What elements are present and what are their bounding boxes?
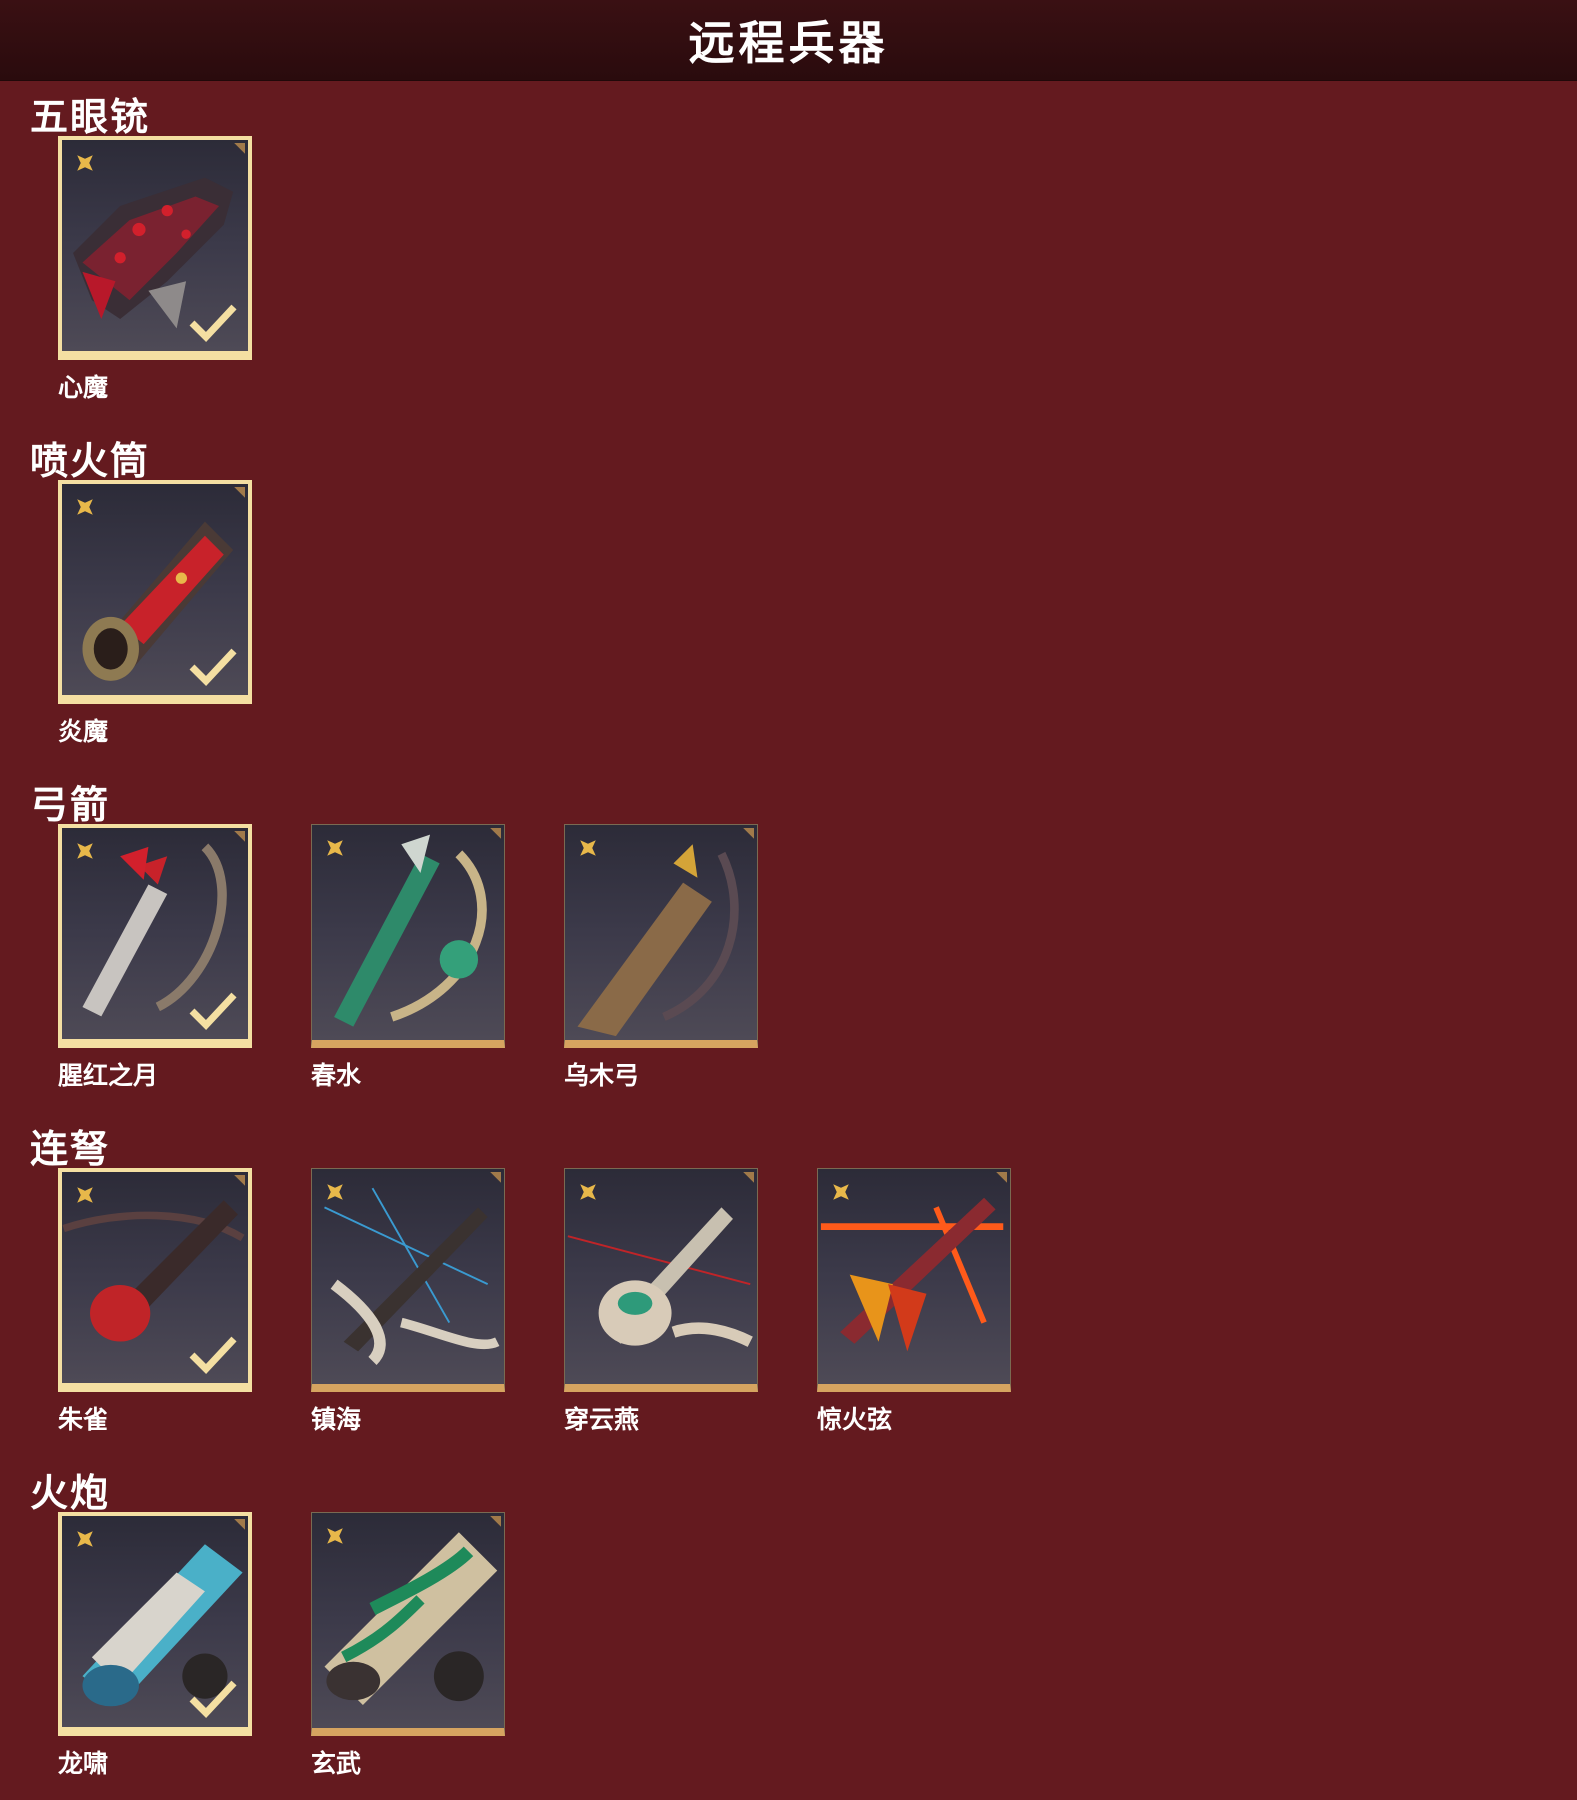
category-title: 连弩 bbox=[30, 1127, 111, 1171]
weapon-name: 腥红之月 bbox=[58, 1061, 159, 1090]
weapon-card[interactable]: 乌木弓 bbox=[564, 824, 758, 1090]
weapon-name: 朱雀 bbox=[58, 1405, 109, 1434]
weapon-name: 玄武 bbox=[311, 1749, 362, 1778]
weapon-thumbnail bbox=[564, 824, 758, 1048]
check-icon bbox=[189, 648, 237, 687]
weapon-name: 惊火弦 bbox=[817, 1405, 893, 1434]
weapon-thumbnail bbox=[311, 824, 505, 1048]
weapon-card[interactable]: 朱雀 bbox=[58, 1168, 252, 1434]
weapon-thumbnail bbox=[58, 824, 252, 1048]
rarity-star-icon bbox=[580, 1184, 596, 1200]
check-icon bbox=[189, 304, 237, 343]
weapon-card[interactable]: 春水 bbox=[311, 824, 505, 1090]
weapon-name: 龙啸 bbox=[58, 1749, 109, 1778]
rarity-star-icon bbox=[327, 1184, 343, 1200]
category-title: 五眼铳 bbox=[30, 95, 151, 139]
weapon-thumbnail bbox=[58, 480, 252, 704]
rarity-star-icon bbox=[77, 1531, 93, 1547]
weapon-name: 心魔 bbox=[58, 373, 109, 402]
rarity-star-icon bbox=[833, 1184, 849, 1200]
weapon-card[interactable]: 腥红之月 bbox=[58, 824, 252, 1090]
weapon-name: 春水 bbox=[311, 1061, 362, 1090]
weapon-thumbnail bbox=[58, 1168, 252, 1392]
page-title: 远程兵器 bbox=[688, 16, 889, 70]
weapon-name: 乌木弓 bbox=[564, 1061, 640, 1090]
weapon-name: 穿云燕 bbox=[564, 1405, 640, 1434]
weapon-card[interactable]: 心魔 bbox=[58, 136, 252, 402]
weapon-name: 镇海 bbox=[311, 1405, 362, 1434]
category-title: 弓箭 bbox=[30, 783, 111, 827]
weapon-card[interactable]: 炎魔 bbox=[58, 480, 252, 746]
check-icon bbox=[189, 1680, 237, 1719]
weapon-thumbnail bbox=[817, 1168, 1011, 1392]
weapon-card[interactable]: 镇海 bbox=[311, 1168, 505, 1434]
rarity-star-icon bbox=[580, 840, 596, 856]
weapon-card[interactable]: 玄武 bbox=[311, 1512, 505, 1778]
weapon-thumbnail bbox=[58, 136, 252, 360]
category-title: 火炮 bbox=[30, 1471, 111, 1515]
weapon-thumbnail bbox=[311, 1512, 505, 1736]
rarity-star-icon bbox=[327, 1528, 343, 1544]
weapon-thumbnail bbox=[311, 1168, 505, 1392]
category-title: 喷火筒 bbox=[30, 439, 151, 483]
weapon-thumbnail bbox=[564, 1168, 758, 1392]
check-icon bbox=[189, 1336, 237, 1375]
weapon-name: 炎魔 bbox=[58, 717, 109, 746]
weapon-card[interactable]: 穿云燕 bbox=[564, 1168, 758, 1434]
rarity-star-icon bbox=[77, 155, 93, 171]
weapon-thumbnail bbox=[58, 1512, 252, 1736]
rarity-star-icon bbox=[77, 843, 93, 859]
rarity-star-icon bbox=[327, 840, 343, 856]
weapon-card[interactable]: 惊火弦 bbox=[817, 1168, 1011, 1434]
check-icon bbox=[189, 992, 237, 1031]
weapon-card[interactable]: 龙啸 bbox=[58, 1512, 252, 1778]
rarity-star-icon bbox=[77, 499, 93, 515]
page-header: 远程兵器 bbox=[0, 0, 1577, 81]
rarity-star-icon bbox=[77, 1187, 93, 1203]
